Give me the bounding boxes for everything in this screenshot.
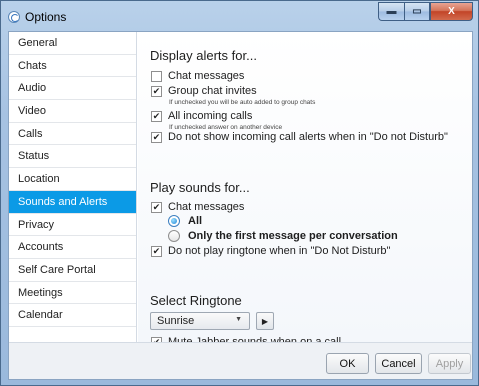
sidebar-item-privacy[interactable]: Privacy	[9, 214, 136, 237]
group-chat-hint: If unchecked you will be auto added to g…	[169, 99, 316, 106]
alert-dnd-calls-label: Do not show incoming call alerts when in…	[168, 131, 448, 143]
alert-group-chat-label: Group chat invites	[168, 85, 257, 97]
checkmark-icon: ✔	[152, 201, 161, 212]
ok-button[interactable]: OK	[326, 353, 369, 374]
cancel-button[interactable]: Cancel	[375, 353, 422, 374]
alert-incoming-calls-checkbox[interactable]: ✔	[151, 110, 162, 122]
play-icon: ▶	[261, 316, 269, 326]
sidebar-item-meetings[interactable]: Meetings	[9, 282, 136, 305]
checkmark-icon: ✔	[152, 110, 161, 121]
sound-chat-messages-label: Chat messages	[168, 201, 245, 213]
sidebar-item-video[interactable]: Video	[9, 100, 136, 123]
sound-chat-messages-option[interactable]: ✔ Chat messages	[151, 200, 244, 214]
maximize-icon: ▭	[412, 6, 422, 17]
sidebar-item-audio[interactable]: Audio	[9, 77, 136, 101]
sound-first-message-label: Only the first message per conversation	[188, 230, 398, 242]
sound-dnd-ringtone-checkbox[interactable]: ✔	[151, 245, 162, 257]
options-sidebar: General Chats Audio Video Calls Status L…	[9, 32, 137, 342]
ringtone-selected-value: Sunrise	[157, 315, 195, 327]
window-title: Options	[25, 10, 67, 24]
minimize-button[interactable]: ▬	[378, 2, 404, 21]
sound-first-message-radio[interactable]	[168, 230, 180, 242]
checkmark-icon: ✔	[152, 131, 161, 142]
sidebar-item-calendar[interactable]: Calendar	[9, 304, 136, 327]
chevron-down-icon: ▼	[235, 316, 242, 323]
sounds-and-alerts-panel: Display alerts for... Chat messages ✔ Gr…	[138, 32, 472, 342]
alert-group-chat-checkbox[interactable]: ✔	[151, 85, 162, 97]
sidebar-item-sounds-and-alerts[interactable]: Sounds and Alerts	[9, 190, 136, 214]
sidebar-item-location[interactable]: Location	[9, 168, 136, 191]
sidebar-item-accounts[interactable]: Accounts	[9, 236, 136, 259]
alert-group-chat-option[interactable]: ✔ Group chat invites	[151, 84, 257, 98]
alert-dnd-calls-option[interactable]: ✔ Do not show incoming call alerts when …	[151, 130, 448, 144]
alert-incoming-calls-label: All incoming calls	[168, 110, 253, 122]
jabber-app-icon	[8, 11, 20, 23]
sound-all-option[interactable]: All	[168, 214, 202, 228]
sound-chat-messages-checkbox[interactable]: ✔	[151, 201, 162, 213]
minimize-icon: ▬	[386, 6, 397, 17]
alert-chat-messages-checkbox[interactable]	[151, 70, 162, 82]
sound-dnd-ringtone-label: Do not play ringtone when in "Do Not Dis…	[168, 245, 391, 257]
close-icon: X	[448, 6, 455, 17]
sidebar-item-general[interactable]: General	[9, 32, 136, 55]
sound-all-label: All	[188, 215, 203, 227]
caption-buttons: ▬ ▭ X	[378, 2, 473, 21]
title-bar[interactable]: Options ▬ ▭ X	[1, 1, 478, 31]
select-ringtone-heading: Select Ringtone	[150, 293, 242, 308]
sidebar-item-calls[interactable]: Calls	[9, 123, 136, 146]
ringtone-select[interactable]: Sunrise ▼	[150, 312, 250, 330]
checkmark-icon: ✔	[152, 245, 161, 256]
sound-first-message-option[interactable]: Only the first message per conversation	[168, 229, 398, 243]
alert-chat-messages-option[interactable]: Chat messages	[151, 69, 244, 83]
alert-dnd-calls-checkbox[interactable]: ✔	[151, 131, 162, 143]
play-sounds-heading: Play sounds for...	[150, 180, 250, 195]
sound-all-radio[interactable]	[168, 215, 180, 227]
checkmark-icon: ✔	[152, 85, 161, 96]
sound-dnd-ringtone-option[interactable]: ✔ Do not play ringtone when in "Do Not D…	[151, 244, 390, 258]
dialog-client-area: General Chats Audio Video Calls Status L…	[8, 31, 473, 380]
display-alerts-heading: Display alerts for...	[150, 48, 257, 63]
options-window: Options ▬ ▭ X General Chats Audio Video …	[0, 0, 479, 386]
maximize-button[interactable]: ▭	[404, 2, 430, 21]
close-button[interactable]: X	[430, 2, 473, 21]
alert-chat-messages-label: Chat messages	[168, 70, 245, 82]
alert-incoming-calls-option[interactable]: ✔ All incoming calls	[151, 109, 252, 123]
play-ringtone-button[interactable]: ▶	[256, 312, 274, 330]
sidebar-item-status[interactable]: Status	[9, 145, 136, 169]
sidebar-item-self-care-portal[interactable]: Self Care Portal	[9, 259, 136, 282]
dialog-footer: OK Cancel Apply	[9, 342, 472, 379]
apply-button[interactable]: Apply	[428, 353, 471, 374]
sidebar-item-chats[interactable]: Chats	[9, 55, 136, 78]
